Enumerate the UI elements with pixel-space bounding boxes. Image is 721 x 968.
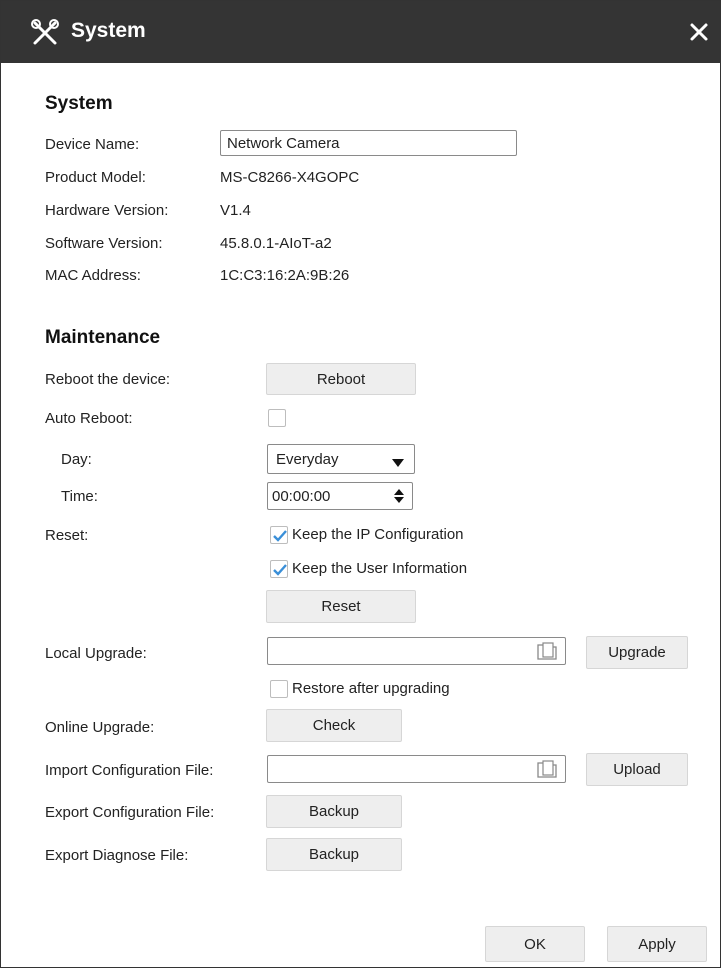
- upgrade-button[interactable]: Upgrade: [586, 636, 688, 669]
- export-config-label: Export Configuration File:: [45, 804, 215, 821]
- time-spinner[interactable]: 00:00:00: [267, 482, 413, 510]
- system-heading: System: [45, 93, 113, 114]
- maintenance-heading: Maintenance: [45, 327, 161, 348]
- folder-icon[interactable]: [537, 642, 557, 660]
- ok-button[interactable]: OK: [485, 926, 585, 962]
- import-config-file-input[interactable]: [267, 755, 566, 783]
- reset-button[interactable]: Reset: [266, 590, 416, 623]
- software-version-label: Software Version:: [45, 235, 163, 252]
- keep-user-checkbox[interactable]: [270, 560, 288, 578]
- apply-button[interactable]: Apply: [607, 926, 707, 962]
- day-select[interactable]: Everyday: [267, 444, 415, 474]
- local-upgrade-file-input[interactable]: [267, 637, 566, 665]
- folder-icon[interactable]: [537, 760, 557, 778]
- online-upgrade-label: Online Upgrade:: [45, 719, 155, 736]
- time-label: Time:: [61, 488, 98, 505]
- product-model-label: Product Model:: [45, 169, 146, 186]
- auto-reboot-label: Auto Reboot:: [45, 410, 133, 427]
- dialog-title: System: [71, 19, 146, 42]
- check-button[interactable]: Check: [266, 709, 402, 742]
- keep-user-label: Keep the User Information: [292, 560, 468, 577]
- tools-icon: [31, 19, 59, 47]
- import-config-label: Import Configuration File:: [45, 762, 214, 779]
- day-select-value: Everyday: [276, 451, 339, 468]
- close-icon[interactable]: [682, 15, 716, 49]
- reboot-label: Reboot the device:: [45, 371, 171, 388]
- export-diagnose-label: Export Diagnose File:: [45, 847, 189, 864]
- hardware-version-value: V1.4: [220, 202, 251, 219]
- product-model-value: MS-C8266-X4GOPC: [220, 169, 360, 186]
- mac-address-label: MAC Address:: [45, 267, 141, 284]
- export-config-backup-button[interactable]: Backup: [266, 795, 402, 828]
- restore-after-upgrade-checkbox[interactable]: [270, 680, 288, 698]
- device-name-input[interactable]: [220, 130, 517, 156]
- export-diagnose-backup-button[interactable]: Backup: [266, 838, 402, 871]
- software-version-value: 45.8.0.1-AIoT-a2: [220, 235, 332, 252]
- title-bar[interactable]: System: [1, 1, 721, 63]
- device-name-label: Device Name:: [45, 136, 140, 153]
- hardware-version-label: Hardware Version:: [45, 202, 169, 219]
- mac-address-value: 1C:C3:16:2A:9B:26: [220, 267, 350, 284]
- restore-after-upgrade-label: Restore after upgrading: [292, 680, 450, 697]
- auto-reboot-checkbox[interactable]: [268, 409, 286, 427]
- keep-ip-checkbox[interactable]: [270, 526, 288, 544]
- time-spinner-value: 00:00:00: [272, 488, 331, 505]
- reboot-button[interactable]: Reboot: [266, 363, 416, 395]
- spinner-arrows-icon[interactable]: [394, 488, 404, 508]
- upload-button[interactable]: Upload: [586, 753, 688, 786]
- day-label: Day:: [61, 451, 92, 468]
- keep-ip-label: Keep the IP Configuration: [292, 526, 464, 543]
- local-upgrade-label: Local Upgrade:: [45, 645, 147, 662]
- system-dialog: System System Device Name: Product Model…: [0, 0, 721, 968]
- reset-label: Reset:: [45, 527, 89, 544]
- chevron-down-icon: [392, 455, 404, 472]
